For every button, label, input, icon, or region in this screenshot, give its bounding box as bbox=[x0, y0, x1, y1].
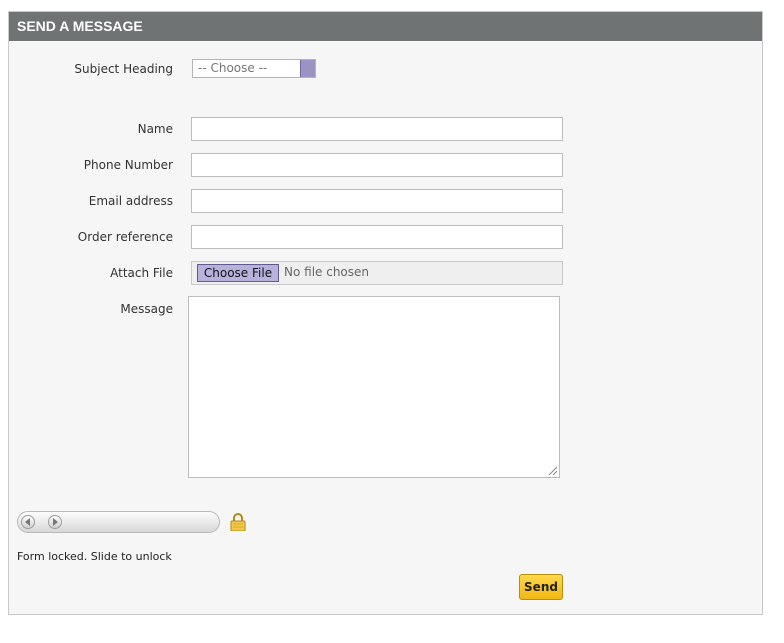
panel-title: SEND A MESSAGE bbox=[9, 12, 762, 41]
lock-icon bbox=[230, 513, 246, 531]
subject-heading-value: -- Choose -- bbox=[198, 61, 268, 75]
form-lock-status: Form locked. Slide to unlock bbox=[17, 550, 172, 563]
subject-heading-select[interactable]: -- Choose -- bbox=[192, 59, 316, 78]
order-reference-label: Order reference bbox=[77, 230, 173, 244]
file-status-text: No file chosen bbox=[284, 265, 370, 279]
phone-input[interactable] bbox=[191, 153, 563, 177]
slider-handle[interactable] bbox=[48, 515, 62, 529]
order-reference-input[interactable] bbox=[191, 225, 563, 249]
email-label: Email address bbox=[88, 194, 173, 208]
slider-left-arrow-icon[interactable] bbox=[21, 515, 35, 529]
unlock-slider-track[interactable] bbox=[17, 511, 220, 533]
dropdown-arrow-icon[interactable] bbox=[300, 60, 315, 77]
name-label: Name bbox=[137, 122, 173, 136]
message-textarea[interactable] bbox=[188, 296, 560, 478]
subject-heading-label: Subject Heading bbox=[74, 62, 173, 76]
phone-label: Phone Number bbox=[83, 158, 173, 172]
resize-grip-icon[interactable] bbox=[548, 466, 557, 475]
choose-file-button[interactable]: Choose File bbox=[197, 264, 279, 282]
email-input[interactable] bbox=[191, 189, 563, 213]
name-input[interactable] bbox=[191, 117, 563, 141]
message-label: Message bbox=[120, 302, 173, 316]
file-input[interactable]: Choose File No file chosen bbox=[191, 261, 563, 285]
attach-file-label: Attach File bbox=[110, 266, 173, 280]
send-button[interactable]: Send bbox=[519, 574, 563, 600]
